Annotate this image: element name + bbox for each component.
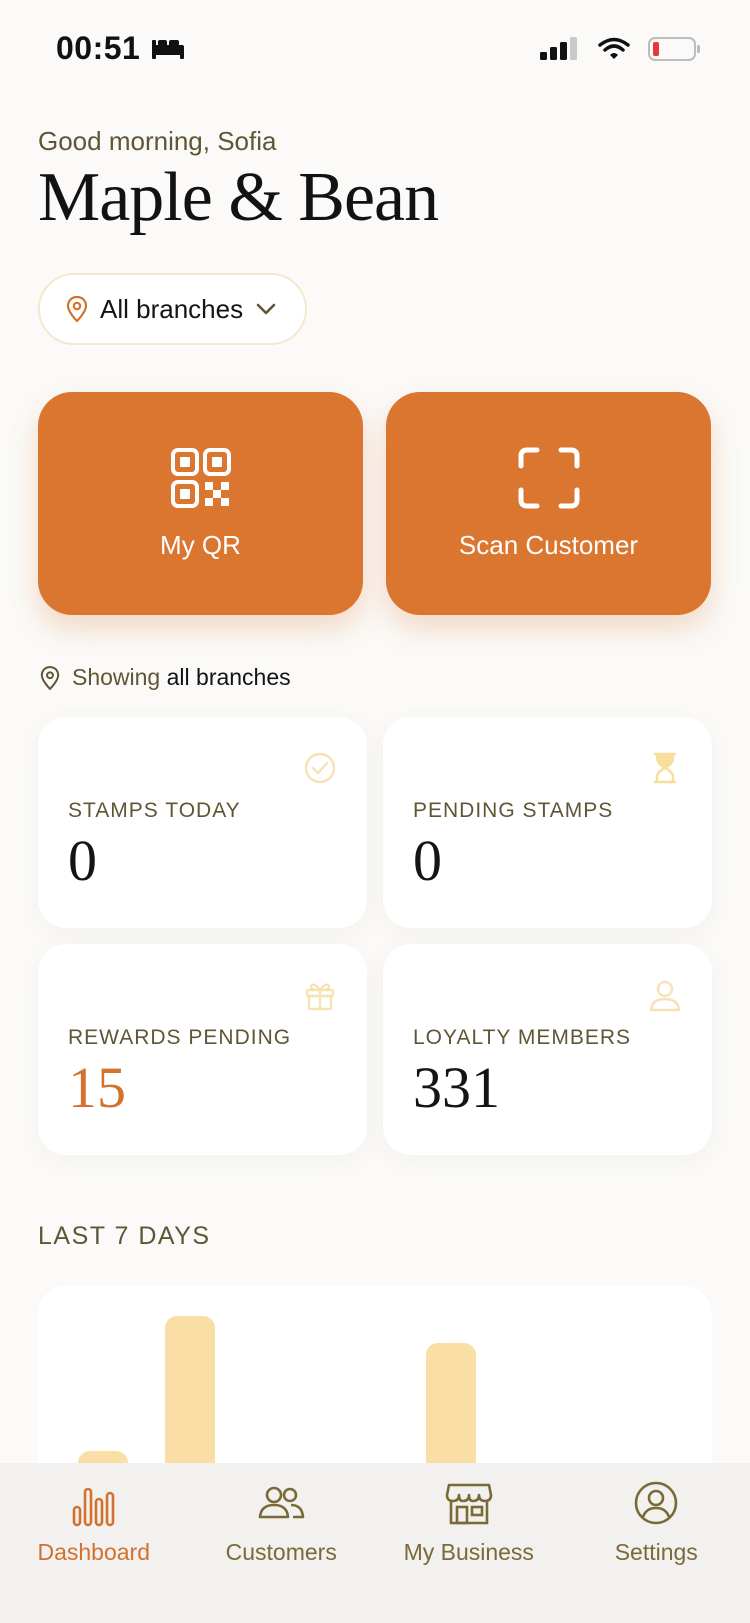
battery-icon	[648, 37, 700, 61]
stat-value: 331	[413, 1055, 500, 1120]
scan-customer-label: Scan Customer	[458, 530, 639, 560]
tab-label: Dashboard	[37, 1539, 151, 1565]
user-icon	[649, 980, 681, 1012]
stat-label: REWARDS PENDING	[68, 1026, 292, 1049]
greeting-text: Good morning, Sofia	[38, 126, 277, 156]
location-pin-icon	[40, 665, 60, 690]
stat-label: LOYALTY MEMBERS	[413, 1026, 632, 1049]
stat-label: STAMPS TODAY	[68, 799, 241, 822]
cellular-signal-icon	[540, 37, 577, 60]
tab-label: Customers	[225, 1539, 337, 1565]
check-circle-icon	[304, 752, 336, 784]
hourglass-icon	[653, 752, 677, 784]
business-name: Maple & Bean	[38, 159, 439, 236]
bar-chart-icon	[72, 1487, 115, 1527]
showing-prefix: Showing	[72, 664, 161, 690]
tab-dashboard[interactable]: Dashboard	[0, 1463, 188, 1623]
stat-label: PENDING STAMPS	[413, 799, 614, 822]
status-icons	[540, 36, 702, 62]
showing-value: all branches	[166, 664, 291, 690]
my-qr-label: My QR	[160, 530, 241, 560]
branch-selector-label: All branches	[100, 293, 244, 324]
scan-customer-button[interactable]: Scan Customer	[386, 392, 711, 615]
clock-time: 00:51	[56, 30, 141, 66]
stat-card-rewards-pending[interactable]: REWARDS PENDING 15	[38, 944, 367, 1155]
tab-settings[interactable]: Settings	[563, 1463, 750, 1623]
scan-frame-icon	[518, 447, 579, 509]
chevron-down-icon	[256, 303, 276, 315]
section-title-last-7-days: LAST 7 DAYS	[38, 1222, 211, 1250]
bed-icon	[152, 39, 185, 59]
stat-card-loyalty-members[interactable]: LOYALTY MEMBERS 331	[383, 944, 712, 1155]
store-icon	[445, 1483, 493, 1525]
profile-circle-icon	[634, 1481, 678, 1525]
tab-label: Settings	[614, 1539, 698, 1565]
tab-label: My Business	[403, 1539, 534, 1565]
tab-customers[interactable]: Customers	[188, 1463, 376, 1623]
tab-my-business[interactable]: My Business	[375, 1463, 563, 1623]
stat-card-pending-stamps[interactable]: PENDING STAMPS 0	[383, 717, 712, 928]
stat-card-stamps-today[interactable]: STAMPS TODAY 0	[38, 717, 367, 928]
stat-value: 0	[68, 828, 97, 893]
status-time: 00:51	[56, 30, 186, 67]
bottom-tab-bar: Dashboard Customers My Business Settings	[0, 1463, 750, 1623]
qr-code-icon	[170, 448, 231, 508]
branch-filter-info: Showing all branches	[40, 664, 291, 691]
location-pin-icon	[66, 295, 88, 323]
wifi-icon	[598, 37, 630, 59]
my-qr-button[interactable]: My QR	[38, 392, 363, 615]
branch-selector[interactable]: All branches	[38, 273, 308, 345]
status-bar: 00:51	[0, 0, 750, 100]
gift-icon	[305, 983, 335, 1011]
users-icon	[258, 1486, 305, 1519]
stat-value: 15	[68, 1055, 126, 1120]
stat-value: 0	[413, 828, 442, 893]
